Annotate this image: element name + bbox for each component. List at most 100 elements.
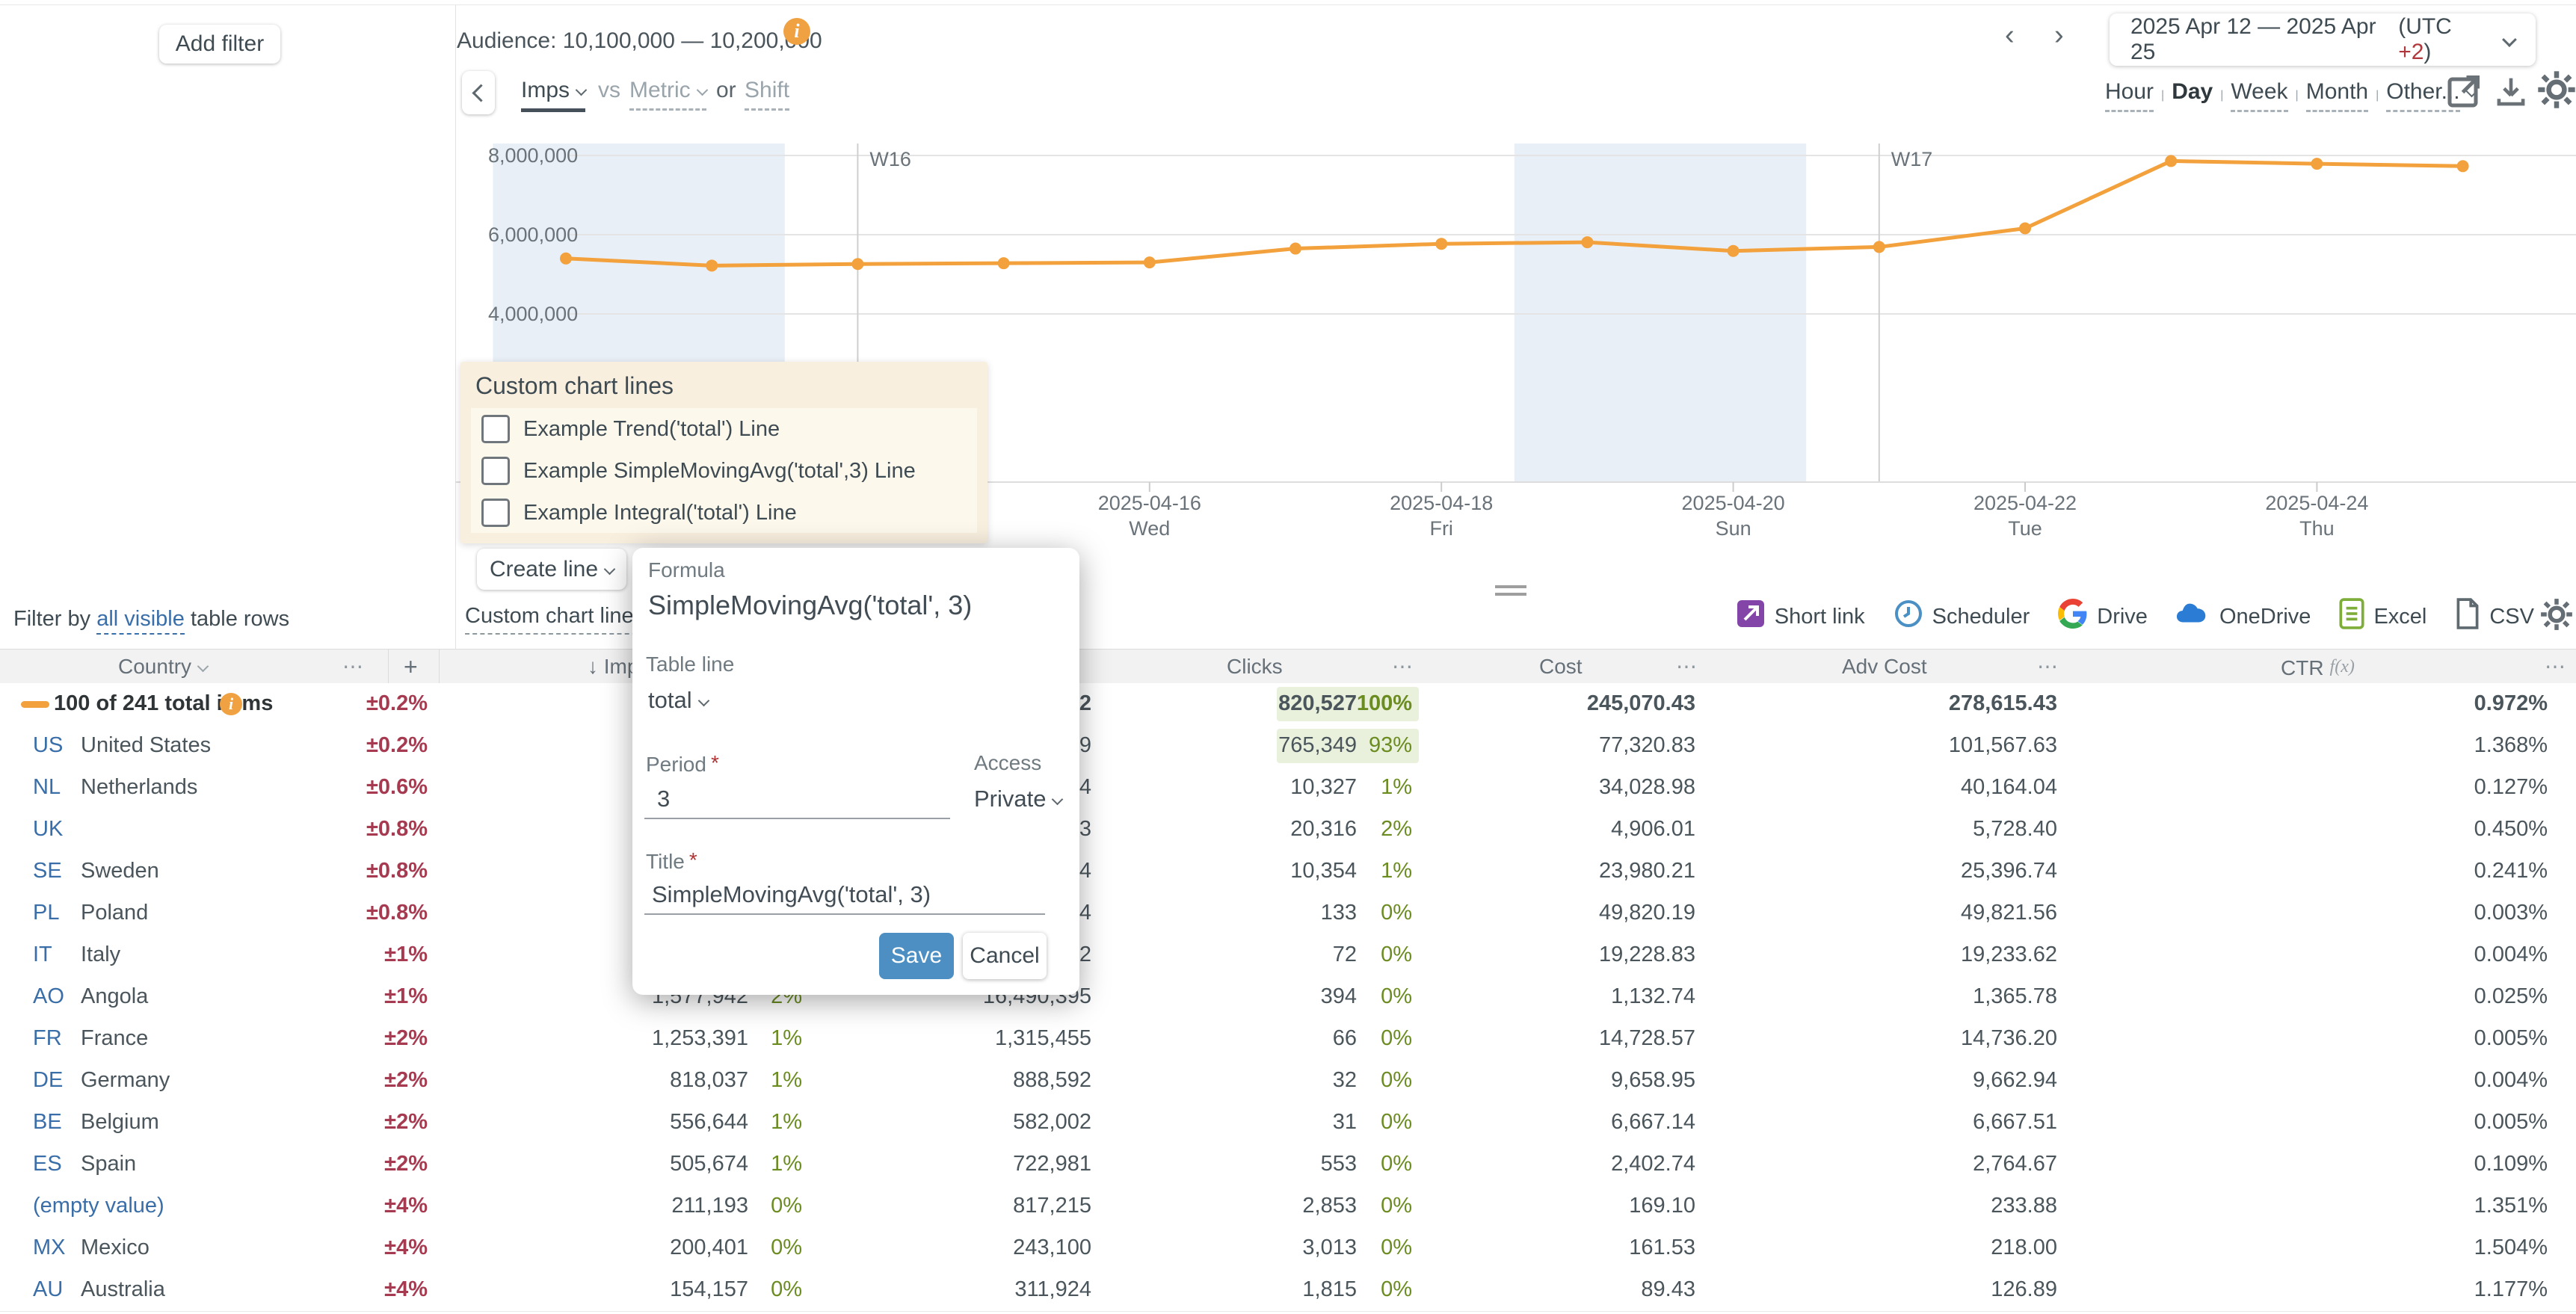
cost-value: 23,980.21 [1599,851,1695,892]
create-line-button[interactable]: Create line [477,549,626,590]
export-onedrive[interactable]: OneDrive [2176,602,2311,632]
granularity-day[interactable]: Day [2172,79,2213,104]
export-short-link[interactable]: Short link [1736,599,1865,635]
export-csv[interactable]: CSV [2455,598,2534,635]
save-button[interactable]: Save [879,933,954,979]
country-code[interactable]: ES [33,1144,62,1185]
data-point[interactable] [998,257,1010,269]
ctr-value: 0.003% [2474,892,2548,934]
period-input[interactable]: 3 [657,786,670,812]
clicks-value: 2,853 [1302,1185,1357,1227]
cost-value: 6,667.14 [1611,1102,1695,1143]
country-code[interactable]: US [33,725,63,766]
chart-table-splitter[interactable] [1495,585,1526,596]
date-next-button[interactable]: › [2054,19,2064,52]
export-label: Drive [2097,605,2148,629]
country-code[interactable]: BE [33,1102,62,1143]
column-menu-icon[interactable]: ⋯ [1676,650,1697,684]
adv-cost-value: 278,615.43 [1949,683,2057,724]
panel-options: Example Trend('total') LineExample Simpl… [471,408,977,533]
date-range-label: 2025 Apr 12 — 2025 Apr 25 [2130,14,2398,65]
clicks-share: 0% [1381,934,1412,975]
export-drive[interactable]: Drive [2058,599,2148,635]
column-header-ctr[interactable]: CTRf(x) [2281,650,2355,685]
checkbox-unchecked[interactable] [481,457,510,485]
data-point[interactable] [1289,243,1301,255]
access-select[interactable]: Private [974,786,1061,812]
cancel-button[interactable]: Cancel [963,933,1047,979]
data-point[interactable] [1873,241,1885,253]
row-info-icon[interactable]: i [220,693,242,715]
country-code[interactable]: MX [33,1227,66,1268]
country-code[interactable]: DE [33,1060,63,1101]
country-name[interactable]: (empty value) [33,1185,164,1227]
export-excel[interactable]: Excel [2339,598,2426,635]
ctr-value: 0.005% [2474,1018,2548,1059]
column-header-country[interactable]: Country [118,650,207,684]
series-selector[interactable]: Imps [521,78,585,103]
column-header-cost[interactable]: Cost [1539,650,1583,684]
export-scheduler[interactable]: Scheduler [1894,599,2030,635]
data-point[interactable] [706,259,718,271]
column-menu-icon[interactable]: ⋯ [2037,650,2058,684]
data-point[interactable] [851,258,863,270]
country-code[interactable]: AO [33,976,64,1017]
clicks-value: 31 [1333,1102,1357,1143]
table-settings-gear-icon[interactable] [2540,598,2573,635]
column-header-adv-cost[interactable]: Adv Cost [1842,650,1927,684]
country-code[interactable]: AU [33,1269,63,1310]
export-label: OneDrive [2219,605,2311,629]
add-column-button[interactable]: + [404,650,418,684]
export-label: Scheduler [1932,605,2030,629]
all-visible-link[interactable]: all visible [96,607,185,635]
country-code[interactable]: IT [33,934,52,975]
country-code[interactable]: NL [33,767,61,808]
shift-selector[interactable]: Shift [745,78,789,103]
data-point[interactable] [560,253,572,265]
granularity-month[interactable]: Month [2306,79,2368,112]
scheduler-icon [1894,599,1923,635]
clicks-value: 553 [1321,1144,1357,1185]
column-menu-icon[interactable]: ⋯ [1392,650,1413,684]
collapse-chart-controls-button[interactable] [462,71,495,114]
title-label: Title* [646,848,697,874]
data-point[interactable] [1581,236,1593,248]
table-line-select[interactable]: total [648,687,708,714]
title-input[interactable]: SimpleMovingAvg('total', 3) [652,881,931,908]
open-in-new-icon[interactable] [2446,72,2483,113]
country-code[interactable]: PL [33,892,59,934]
add-filter-button[interactable]: Add filter [159,25,280,64]
download-icon[interactable] [2494,75,2528,113]
date-prev-button[interactable]: ‹ [2005,19,2015,52]
imps-share: 0% [771,1185,802,1227]
metric-selector[interactable]: Metric [629,78,706,103]
audience-value: 1,315,455 [995,1018,1091,1059]
adv-cost-value: 2,764.67 [1973,1144,2057,1185]
data-point[interactable] [2457,160,2469,172]
audience-info-icon[interactable]: i [783,18,810,45]
column-menu-icon[interactable]: ⋯ [2545,650,2566,684]
cost-value: 34,028.98 [1599,767,1695,808]
data-point[interactable] [2165,155,2177,167]
data-point[interactable] [2019,223,2031,235]
column-menu-icon[interactable]: ⋯ [342,650,363,684]
data-point[interactable] [1435,238,1447,250]
country-code[interactable]: UK [33,809,63,850]
clicks-value: 10,354 [1290,851,1357,892]
granularity-week[interactable]: Week [2231,79,2287,112]
audience-value: 243,100 [1013,1227,1091,1268]
granularity-hour[interactable]: Hour [2105,79,2154,112]
data-point[interactable] [1144,256,1156,268]
checkbox-unchecked[interactable] [481,499,510,527]
y-axis-tick-label: 4,000,000 [488,303,578,325]
custom-chart-lines-tab[interactable]: Custom chart lines [465,604,644,635]
checkbox-unchecked[interactable] [481,415,510,443]
country-code[interactable]: SE [33,851,62,892]
data-point[interactable] [2311,158,2323,170]
country-code[interactable]: FR [33,1018,62,1059]
date-range-picker[interactable]: 2025 Apr 12 — 2025 Apr 25 (UTC +2) [2110,13,2536,66]
column-header-clicks[interactable]: Clicks [1227,650,1283,684]
gear-icon[interactable] [2537,70,2576,113]
data-point[interactable] [1728,245,1740,257]
clicks-share: 0% [1381,1144,1412,1185]
